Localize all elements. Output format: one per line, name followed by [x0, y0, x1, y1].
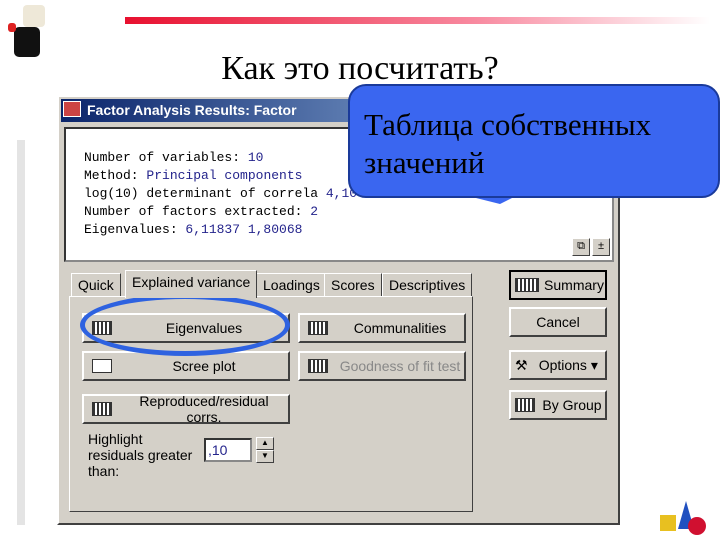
- spin-up-icon[interactable]: ▲: [256, 437, 274, 450]
- highlight-residuals-input[interactable]: [204, 438, 252, 462]
- output-line: Eigenvalues: 6,11837 1,80068: [84, 222, 303, 237]
- line-chart-icon: [92, 359, 112, 373]
- highlight-ellipse: [80, 294, 290, 356]
- table-icon: [308, 321, 328, 335]
- callout-bubble: Таблица собственных значений: [348, 84, 720, 198]
- table-icon: [92, 402, 112, 416]
- communalities-button[interactable]: Communalities: [298, 313, 466, 343]
- summary-button[interactable]: Summary: [509, 270, 607, 300]
- options-button[interactable]: ⚒ Options ▾: [509, 350, 607, 380]
- expand-up-icon[interactable]: ±: [592, 238, 610, 256]
- cancel-button[interactable]: Cancel: [509, 307, 607, 337]
- slide-title: Как это посчитать?: [221, 50, 499, 87]
- spin-down-icon[interactable]: ▼: [256, 450, 274, 463]
- decorative-bar: [17, 140, 25, 525]
- tab-quick[interactable]: Quick: [71, 273, 121, 297]
- goodness-of-fit-button[interactable]: Goodness of fit test: [298, 351, 466, 381]
- output-line: Number of factors extracted: 2: [84, 204, 319, 219]
- tab-explained-variance[interactable]: Explained variance: [125, 270, 258, 298]
- copy-icon[interactable]: ⧉: [572, 238, 590, 256]
- summary-icon: [515, 278, 539, 292]
- table-icon: [308, 359, 328, 373]
- by-group-icon: [515, 398, 535, 412]
- reproduced-residual-button[interactable]: Reproduced/residual corrs.: [82, 393, 290, 425]
- tab-loadings[interactable]: Loadings: [256, 273, 327, 297]
- by-group-button[interactable]: By Group: [509, 390, 607, 420]
- geometry-clipart: [660, 497, 720, 537]
- tab-scores[interactable]: Scores: [324, 273, 382, 297]
- accent-line: [125, 17, 710, 24]
- tab-descriptives[interactable]: Descriptives: [382, 273, 473, 297]
- app-icon: [63, 101, 81, 117]
- hammer-icon: ⚒: [515, 356, 528, 373]
- highlight-residuals-label: Highlight residuals greater than:: [88, 431, 193, 479]
